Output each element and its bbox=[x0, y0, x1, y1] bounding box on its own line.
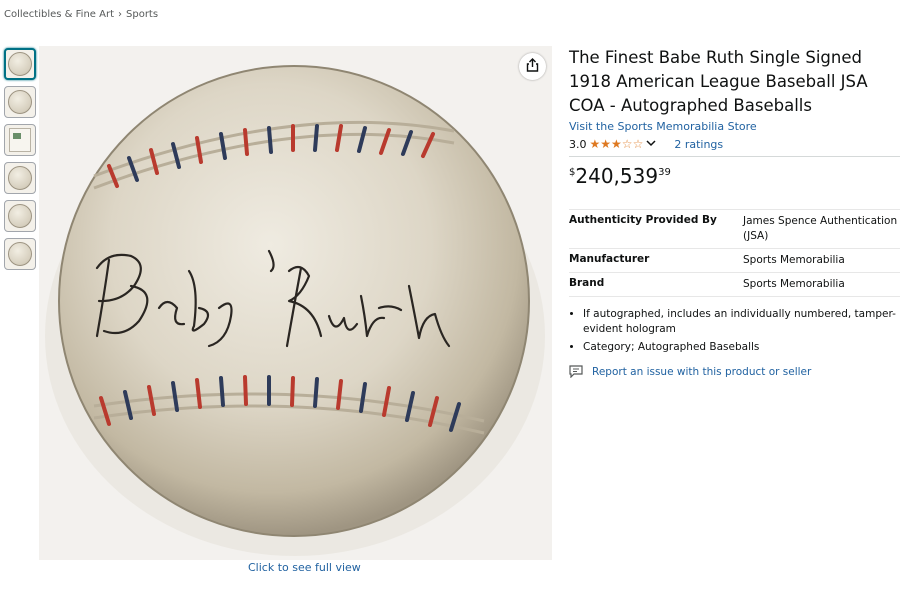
feature-bullet: Category; Autographed Baseballs bbox=[583, 340, 900, 355]
rating-value: 3.0 bbox=[569, 137, 587, 151]
price: $ 240,539 39 bbox=[569, 163, 900, 189]
feature-bullets: If autographed, includes an individually… bbox=[569, 307, 900, 355]
thumbnail-strip bbox=[4, 48, 36, 270]
breadcrumb-item-subcategory[interactable]: Sports bbox=[126, 9, 158, 20]
main-product-image[interactable] bbox=[39, 46, 552, 560]
thumbnail-image bbox=[8, 90, 32, 114]
spec-key: Authenticity Provided By bbox=[569, 214, 717, 226]
breadcrumb-item-category[interactable]: Collectibles & Fine Art bbox=[4, 9, 114, 20]
spec-row: Authenticity Provided By James Spence Au… bbox=[569, 209, 900, 249]
spec-row: Manufacturer Sports Memorabilia bbox=[569, 249, 900, 273]
report-issue-label: Report an issue with this product or sel… bbox=[592, 365, 812, 378]
thumbnail-baseball-top[interactable] bbox=[4, 162, 36, 194]
thumbnail-baseball-front[interactable] bbox=[4, 48, 36, 80]
price-fraction: 39 bbox=[658, 167, 671, 178]
spec-key: Brand bbox=[569, 277, 605, 289]
thumbnail-image bbox=[9, 128, 31, 152]
breadcrumb: Collectibles & Fine Art › Sports bbox=[4, 9, 158, 20]
baseball-image bbox=[39, 46, 552, 560]
divider bbox=[569, 156, 900, 157]
price-whole: 240,539 bbox=[575, 164, 659, 188]
report-issue-link[interactable]: Report an issue with this product or sel… bbox=[569, 365, 900, 378]
share-icon bbox=[526, 57, 539, 76]
thumbnail-baseball-side[interactable] bbox=[4, 86, 36, 118]
spec-value: Sports Memorabilia bbox=[743, 254, 845, 266]
star-empty-icon: ☆ bbox=[632, 137, 644, 151]
spec-value: James Spence Authentication (JSA) bbox=[743, 215, 898, 242]
star-rating[interactable]: ★ ★ ★ ☆ ☆ bbox=[590, 138, 644, 150]
store-link[interactable]: Visit the Sports Memorabilia Store bbox=[569, 120, 900, 133]
spec-value: Sports Memorabilia bbox=[743, 278, 845, 290]
breadcrumb-separator: › bbox=[118, 9, 122, 20]
ratings-count-link[interactable]: 2 ratings bbox=[674, 138, 723, 151]
thumbnail-baseball-back[interactable] bbox=[4, 238, 36, 270]
product-details: The Finest Babe Ruth Single Signed 1918 … bbox=[569, 46, 900, 378]
thumbnail-image bbox=[8, 204, 32, 228]
product-specs-table: Authenticity Provided By James Spence Au… bbox=[569, 209, 900, 297]
thumbnail-certificate[interactable] bbox=[4, 124, 36, 156]
star-filled-icon: ★ bbox=[589, 137, 601, 151]
product-title: The Finest Babe Ruth Single Signed 1918 … bbox=[569, 48, 868, 115]
star-filled-icon: ★ bbox=[600, 137, 612, 151]
star-empty-icon: ☆ bbox=[621, 137, 633, 151]
share-button[interactable] bbox=[519, 53, 546, 80]
click-to-see-full-view-link[interactable]: Click to see full view bbox=[248, 561, 361, 574]
thumbnail-image bbox=[8, 52, 32, 76]
thumbnail-baseball-angle[interactable] bbox=[4, 200, 36, 232]
thumbnail-image bbox=[8, 166, 32, 190]
spec-row: Brand Sports Memorabilia bbox=[569, 273, 900, 297]
spec-key: Manufacturer bbox=[569, 253, 650, 265]
rating-row: 3.0 ★ ★ ★ ☆ ☆ 2 ratings bbox=[569, 136, 900, 152]
thumbnail-image bbox=[8, 242, 32, 266]
feature-bullet: If autographed, includes an individually… bbox=[583, 307, 900, 337]
chevron-down-icon[interactable] bbox=[646, 139, 656, 150]
report-message-icon bbox=[569, 365, 583, 378]
star-filled-icon: ★ bbox=[611, 137, 622, 151]
